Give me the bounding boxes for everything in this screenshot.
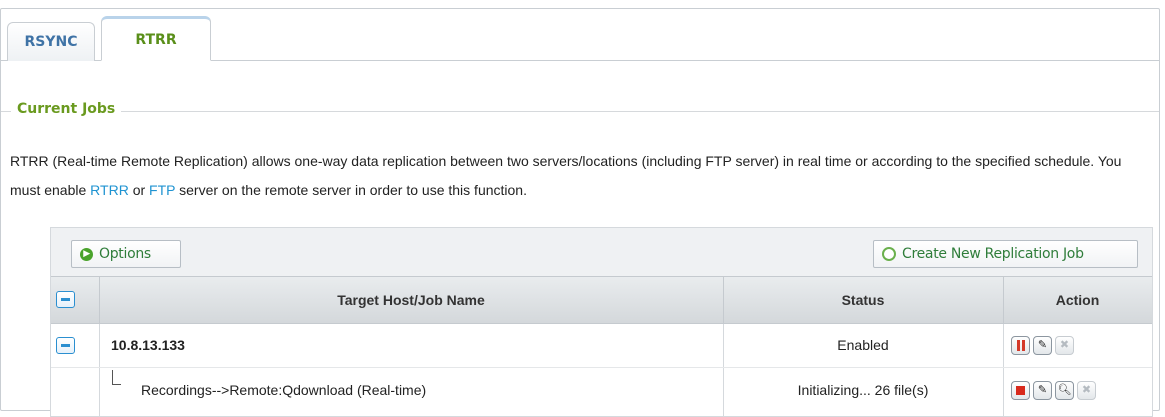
table-row-job: Recordings-->Remote:Qdownload (Real-time… (51, 368, 1152, 416)
rtrr-link[interactable]: RTRR (90, 182, 129, 198)
edit-icon[interactable]: ✎ (1033, 336, 1052, 355)
delete-icon: ✖ (1055, 336, 1074, 355)
collapse-all-icon[interactable] (56, 291, 75, 308)
create-job-button[interactable]: Create New Replication Job (873, 240, 1138, 268)
section-legend: Current Jobs (11, 101, 122, 117)
host-status: Enabled (837, 337, 889, 353)
column-header-target[interactable]: Target Host/Job Name (99, 277, 723, 323)
tab-rsync[interactable]: RSYNC (7, 22, 95, 61)
job-actions: ✎ 🔍︎ ✖ (1011, 381, 1096, 400)
cell-separator (99, 368, 100, 416)
cell-separator (1003, 368, 1004, 416)
delete-icon: ✖ (1077, 381, 1096, 400)
arrow-right-icon: ▶ (80, 247, 93, 261)
tab-bar: RSYNC RTRR (1, 9, 1159, 61)
host-name: 10.8.13.133 (111, 337, 185, 353)
column-header-action: Action (1055, 292, 1100, 308)
cell-separator (1003, 324, 1004, 367)
table-row-host: 10.8.13.133 Enabled ✎ ✖ (51, 324, 1152, 368)
column-header-status[interactable]: Status (723, 277, 1003, 323)
edit-icon[interactable]: ✎ (1033, 381, 1052, 400)
options-button[interactable]: ▶ Options (71, 240, 181, 268)
table-header: Target Host/Job Name Status Action (51, 276, 1152, 324)
pause-icon[interactable] (1011, 336, 1030, 355)
stop-icon[interactable] (1011, 381, 1030, 400)
view-log-icon[interactable]: 🔍︎ (1055, 381, 1074, 400)
description-or: or (128, 182, 150, 198)
description-text-2: server on the remote server in order to … (175, 182, 527, 198)
create-job-label: Create New Replication Job (902, 246, 1084, 262)
collapse-host-icon[interactable] (56, 337, 75, 354)
cell-separator (99, 324, 100, 367)
options-label: Options (99, 246, 151, 262)
job-name[interactable]: Recordings-->Remote:Qdownload (Real-time… (141, 382, 426, 398)
jobs-panel: ▶ Options Create New Replication Job Tar… (50, 227, 1153, 417)
host-actions: ✎ ✖ (1011, 336, 1074, 355)
tab-rtrr[interactable]: RTRR (101, 16, 211, 61)
section-description: RTRR (Real-time Remote Replication) allo… (10, 147, 1150, 205)
add-icon (882, 247, 896, 261)
job-status: Initializing... 26 file(s) (797, 382, 929, 398)
tree-branch-icon (112, 370, 121, 385)
section-divider (1, 111, 1159, 112)
replication-window: RSYNC RTRR Current Jobs RTRR (Real-time … (0, 8, 1160, 417)
ftp-link[interactable]: FTP (149, 182, 175, 198)
